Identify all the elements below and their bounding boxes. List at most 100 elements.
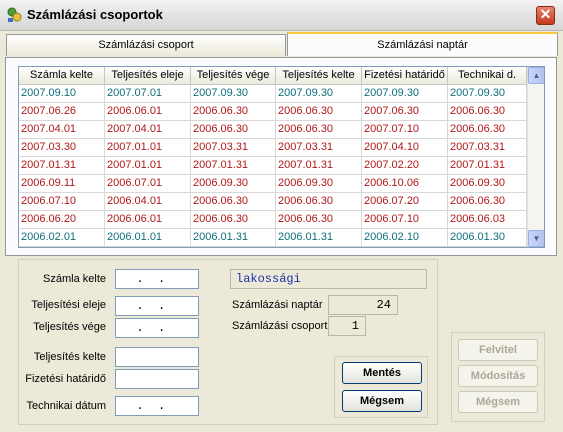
table-cell[interactable]: 2006.04.01 — [105, 193, 191, 211]
billing-calendar-label: Számlázási naptár — [232, 299, 323, 311]
invoice-date-input[interactable]: . . — [115, 269, 199, 289]
fulfillment-start-label: Teljesítési eleje — [31, 299, 106, 311]
column-header[interactable]: Technikai d. — [448, 67, 527, 85]
table-cell[interactable]: 2006.06.30 — [191, 121, 276, 139]
table-cell[interactable]: 2006.01.30 — [448, 229, 527, 247]
table-cell[interactable]: 2007.09.30 — [191, 85, 276, 103]
app-icon — [7, 7, 22, 22]
table-row[interactable]: 2007.03.30 2007.01.01 2007.03.31 2007.03.31… — [19, 139, 527, 157]
column-header[interactable]: Teljesítés kelte — [276, 67, 362, 85]
table-cell[interactable]: 2006.06.01 — [105, 211, 191, 229]
table-cell[interactable]: 2006.06.01 — [105, 103, 191, 121]
table-cell[interactable]: 2006.07.10 — [362, 211, 448, 229]
table-cell[interactable]: 2007.03.30 — [19, 139, 105, 157]
column-header[interactable]: Teljesítés eleje — [105, 67, 191, 85]
vertical-scrollbar[interactable]: ▲ ▼ — [527, 67, 544, 247]
table-cell[interactable]: 2007.03.31 — [448, 139, 527, 157]
table-cell[interactable]: 2007.01.01 — [105, 157, 191, 175]
table-row[interactable]: 2007.01.31 2007.01.01 2007.01.31 2007.01.31… — [19, 157, 527, 175]
table-row[interactable]: 2006.09.11 2006.07.01 2006.09.30 2006.09.30… — [19, 175, 527, 193]
table-cell[interactable]: 2007.04.01 — [19, 121, 105, 139]
billing-calendar-value: 24 — [328, 295, 398, 315]
table-cell[interactable]: 2007.04.01 — [105, 121, 191, 139]
table-cell[interactable]: 2006.09.30 — [276, 175, 362, 193]
table-cell[interactable]: 2007.01.31 — [191, 157, 276, 175]
table-row[interactable]: 2007.09.10 2007.07.01 2007.09.30 2007.09.30… — [19, 85, 527, 103]
billing-groups-window: Számlázási csoportok ✕ Számlázási csopor… — [0, 0, 563, 432]
table-cell[interactable]: 2006.06.30 — [191, 193, 276, 211]
table-cell[interactable]: 2006.07.20 — [362, 193, 448, 211]
table-cell[interactable]: 2007.09.30 — [362, 85, 448, 103]
table-cell[interactable]: 2007.01.01 — [105, 139, 191, 157]
table-cell[interactable]: 2006.06.30 — [448, 103, 527, 121]
table-row[interactable]: 2006.06.20 2006.06.01 2006.06.30 2006.06.30… — [19, 211, 527, 229]
table-cell[interactable]: 2006.09.30 — [191, 175, 276, 193]
table-cell[interactable]: 2006.06.30 — [276, 211, 362, 229]
table-cell[interactable]: 2007.06.30 — [362, 103, 448, 121]
table-cell[interactable]: 2007.02.20 — [362, 157, 448, 175]
cancel-button[interactable]: Mégsem — [342, 390, 422, 412]
table-row[interactable]: 2006.07.10 2006.04.01 2006.06.30 2006.06.30… — [19, 193, 527, 211]
table-cell[interactable]: 2006.06.20 — [19, 211, 105, 229]
table-row[interactable]: 2007.06.26 2006.06.01 2006.06.30 2006.06.30… — [19, 103, 527, 121]
table-cell[interactable]: 2006.01.31 — [191, 229, 276, 247]
table-cell[interactable]: 2006.01.31 — [276, 229, 362, 247]
table-cell[interactable]: 2006.02.10 — [362, 229, 448, 247]
table-cell[interactable]: 2006.07.10 — [19, 193, 105, 211]
table-cell[interactable]: 2007.03.31 — [191, 139, 276, 157]
table-cell[interactable]: 2006.06.30 — [448, 121, 527, 139]
close-icon: ✕ — [539, 6, 552, 22]
tab-billing-calendar[interactable]: Számlázási naptár — [287, 32, 558, 56]
cancel-disabled-button[interactable]: Mégsem — [458, 391, 538, 413]
fulfillment-date-input[interactable] — [115, 347, 199, 367]
calendar-grid[interactable]: Számla kelte Teljesítés eleje Teljesítés… — [18, 66, 545, 248]
table-cell[interactable]: 2006.10.06 — [362, 175, 448, 193]
table-cell[interactable]: 2006.06.30 — [191, 211, 276, 229]
table-cell[interactable]: 2007.06.26 — [19, 103, 105, 121]
table-cell[interactable]: 2006.06.03 — [448, 211, 527, 229]
table-cell[interactable]: 2007.07.01 — [105, 85, 191, 103]
table-cell[interactable]: 2006.06.30 — [276, 193, 362, 211]
table-cell[interactable]: 2007.07.10 — [362, 121, 448, 139]
save-button[interactable]: Mentés — [342, 362, 422, 384]
column-header[interactable]: Fizetési határidő — [362, 67, 448, 85]
window-title: Számlázási csoportok — [27, 7, 163, 22]
table-cell[interactable]: 2006.06.30 — [276, 103, 362, 121]
table-cell[interactable]: 2007.01.31 — [19, 157, 105, 175]
table-cell[interactable]: 2007.09.30 — [448, 85, 527, 103]
table-cell[interactable]: 2006.06.30 — [448, 193, 527, 211]
column-header[interactable]: Számla kelte — [19, 67, 105, 85]
grid-body: 2007.09.10 2007.07.01 2007.09.30 2007.09.30… — [19, 85, 527, 247]
table-cell[interactable]: 2007.01.31 — [448, 157, 527, 175]
table-row[interactable]: 2006.02.01 2006.01.01 2006.01.31 2006.01.31… — [19, 229, 527, 247]
technical-date-input[interactable]: . . — [115, 396, 199, 416]
title-bar[interactable]: Számlázási csoportok ✕ — [0, 0, 563, 31]
modify-button[interactable]: Módosítás — [458, 365, 538, 387]
scroll-down-icon[interactable]: ▼ — [528, 230, 544, 247]
table-cell[interactable]: 2006.09.30 — [448, 175, 527, 193]
table-cell[interactable]: 2006.01.01 — [105, 229, 191, 247]
table-cell[interactable]: 2007.04.10 — [362, 139, 448, 157]
table-cell[interactable]: 2006.06.30 — [191, 103, 276, 121]
table-cell[interactable]: 2007.01.31 — [276, 157, 362, 175]
table-cell[interactable]: 2007.09.10 — [19, 85, 105, 103]
scroll-up-icon[interactable]: ▲ — [528, 67, 544, 84]
fulfillment-end-input[interactable]: . . — [115, 318, 199, 338]
table-cell[interactable]: 2006.02.01 — [19, 229, 105, 247]
fulfillment-start-input[interactable]: . . — [115, 296, 199, 316]
table-row[interactable]: 2007.04.01 2007.04.01 2006.06.30 2006.06.30… — [19, 121, 527, 139]
table-cell[interactable]: 2006.09.11 — [19, 175, 105, 193]
customer-type-field: lakossági — [230, 269, 427, 289]
add-button[interactable]: Felvitel — [458, 339, 538, 361]
technical-date-label: Technikai dátum — [26, 400, 107, 412]
payment-deadline-input[interactable] — [115, 369, 199, 389]
table-cell[interactable]: 2007.03.31 — [276, 139, 362, 157]
fulfillment-end-label: Teljesítés vége — [33, 321, 106, 333]
close-button[interactable]: ✕ — [536, 6, 555, 25]
table-cell[interactable]: 2006.06.30 — [276, 121, 362, 139]
fulfillment-date-label: Teljesítés kelte — [33, 351, 106, 363]
column-header[interactable]: Teljesítés vége — [191, 67, 276, 85]
table-cell[interactable]: 2006.07.01 — [105, 175, 191, 193]
tab-billing-group[interactable]: Számlázási csoport — [6, 34, 286, 56]
table-cell[interactable]: 2007.09.30 — [276, 85, 362, 103]
